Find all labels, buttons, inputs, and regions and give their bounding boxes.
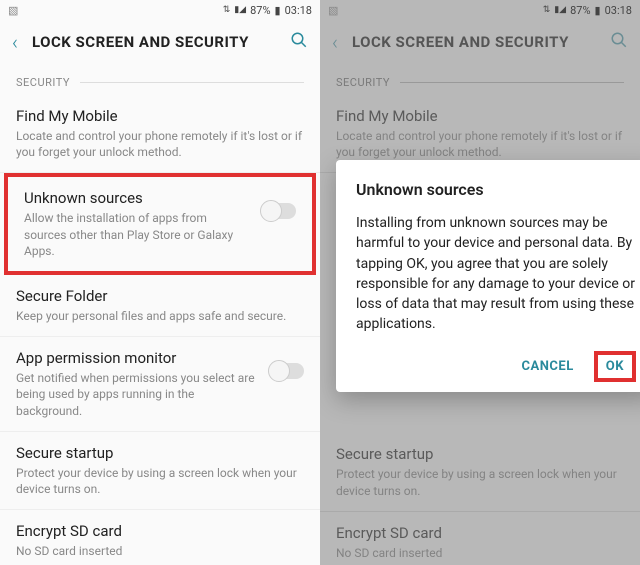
screen-right: ▧ ⇅ ▮◢ 87% ▮ 03:18 ‹ LOCK SCREEN AND SEC… bbox=[320, 0, 640, 565]
back-icon[interactable]: ‹ bbox=[12, 30, 18, 54]
item-sub: Keep your personal files and apps safe a… bbox=[16, 308, 304, 324]
data-icon: ⇅ bbox=[223, 5, 231, 15]
section-label: SECURITY bbox=[16, 76, 70, 89]
item-title: Encrypt SD card bbox=[16, 522, 304, 540]
picture-icon: ▧ bbox=[8, 4, 18, 17]
item-secure-startup[interactable]: Secure startup Protect your device by us… bbox=[0, 432, 320, 510]
signal-icon: ▮◢ bbox=[234, 5, 246, 15]
dialog-title: Unknown sources bbox=[356, 180, 636, 199]
divider bbox=[80, 82, 304, 83]
item-title: Secure startup bbox=[16, 444, 304, 462]
cancel-button[interactable]: CANCEL bbox=[510, 351, 586, 382]
dialog-unknown-sources: Unknown sources Installing from unknown … bbox=[336, 160, 640, 392]
dialog-scrim: Unknown sources Installing from unknown … bbox=[320, 0, 640, 565]
item-title: Find My Mobile bbox=[16, 107, 304, 125]
item-app-permission[interactable]: App permission monitor Get notified when… bbox=[0, 337, 320, 432]
ok-button[interactable]: OK bbox=[594, 351, 636, 382]
app-header: ‹ LOCK SCREEN AND SECURITY bbox=[0, 20, 320, 64]
item-sub: Protect your device by using a screen lo… bbox=[16, 465, 304, 497]
item-title: Unknown sources bbox=[24, 189, 250, 207]
battery-icon: ▮ bbox=[275, 4, 281, 17]
item-sub: No SD card inserted bbox=[16, 543, 304, 559]
item-secure-folder[interactable]: Secure Folder Keep your personal files a… bbox=[0, 275, 320, 337]
item-sub: Get notified when permissions you select… bbox=[16, 370, 258, 419]
search-icon[interactable] bbox=[290, 31, 308, 54]
dialog-body: Installing from unknown sources may be h… bbox=[356, 213, 636, 335]
status-bar: ▧ ⇅ ▮◢ 87% ▮ 03:18 bbox=[0, 0, 320, 20]
item-title: App permission monitor bbox=[16, 349, 258, 367]
screen-left: ▧ ⇅ ▮◢ 87% ▮ 03:18 ‹ LOCK SCREEN AND SEC… bbox=[0, 0, 320, 565]
toggle-unknown-sources[interactable] bbox=[262, 203, 296, 219]
item-encrypt-sd[interactable]: Encrypt SD card No SD card inserted bbox=[0, 510, 320, 565]
toggle-app-permission[interactable] bbox=[270, 363, 304, 379]
section-header: SECURITY bbox=[0, 64, 320, 95]
dialog-actions: CANCEL OK bbox=[356, 351, 636, 382]
highlight-unknown-sources: Unknown sources Allow the installation o… bbox=[4, 173, 316, 275]
clock: 03:18 bbox=[285, 4, 312, 17]
item-sub: Locate and control your phone remotely i… bbox=[16, 128, 304, 160]
item-sub: Allow the installation of apps from sour… bbox=[24, 210, 250, 259]
page-title: LOCK SCREEN AND SECURITY bbox=[32, 33, 290, 51]
item-find-my-mobile[interactable]: Find My Mobile Locate and control your p… bbox=[0, 95, 320, 173]
item-unknown-sources[interactable]: Unknown sources Allow the installation o… bbox=[8, 177, 312, 271]
item-title: Secure Folder bbox=[16, 287, 304, 305]
battery-pct: 87% bbox=[250, 4, 270, 17]
